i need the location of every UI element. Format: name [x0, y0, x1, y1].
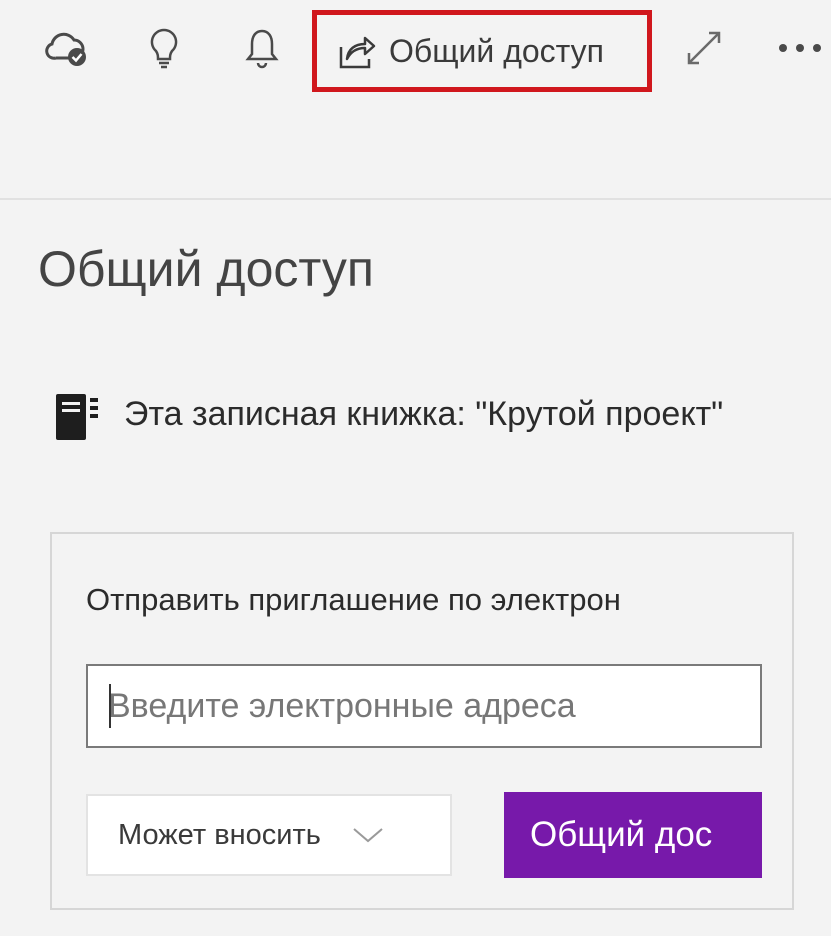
notebook-icon [54, 392, 102, 444]
share-icon [335, 29, 379, 73]
share-button[interactable]: Общий доступ [312, 10, 652, 92]
notebook-name: Эта записная книжка: "Крутой проект" [124, 395, 724, 433]
permission-dropdown[interactable]: Может вносить [86, 794, 452, 876]
expand-icon[interactable] [678, 22, 730, 74]
share-submit-button[interactable]: Общий дос [504, 792, 762, 878]
more-icon[interactable] [772, 22, 828, 74]
share-button-label: Общий доступ [389, 32, 604, 69]
share-panel: Общий доступ Эта записная книжка: "Круто… [0, 200, 831, 936]
lightbulb-icon[interactable] [138, 22, 190, 74]
chevron-down-icon [351, 826, 385, 844]
invite-section: Отправить приглашение по электрон Может … [50, 532, 794, 910]
cloud-sync-icon[interactable] [42, 22, 94, 74]
toolbar: Общий доступ [0, 0, 831, 200]
panel-title: Общий доступ [38, 241, 374, 297]
email-input[interactable] [86, 664, 762, 748]
bell-icon[interactable] [236, 22, 288, 74]
permission-selected-label: Может вносить [118, 818, 321, 851]
invite-heading: Отправить приглашение по электрон [86, 582, 621, 617]
text-caret [109, 684, 111, 728]
